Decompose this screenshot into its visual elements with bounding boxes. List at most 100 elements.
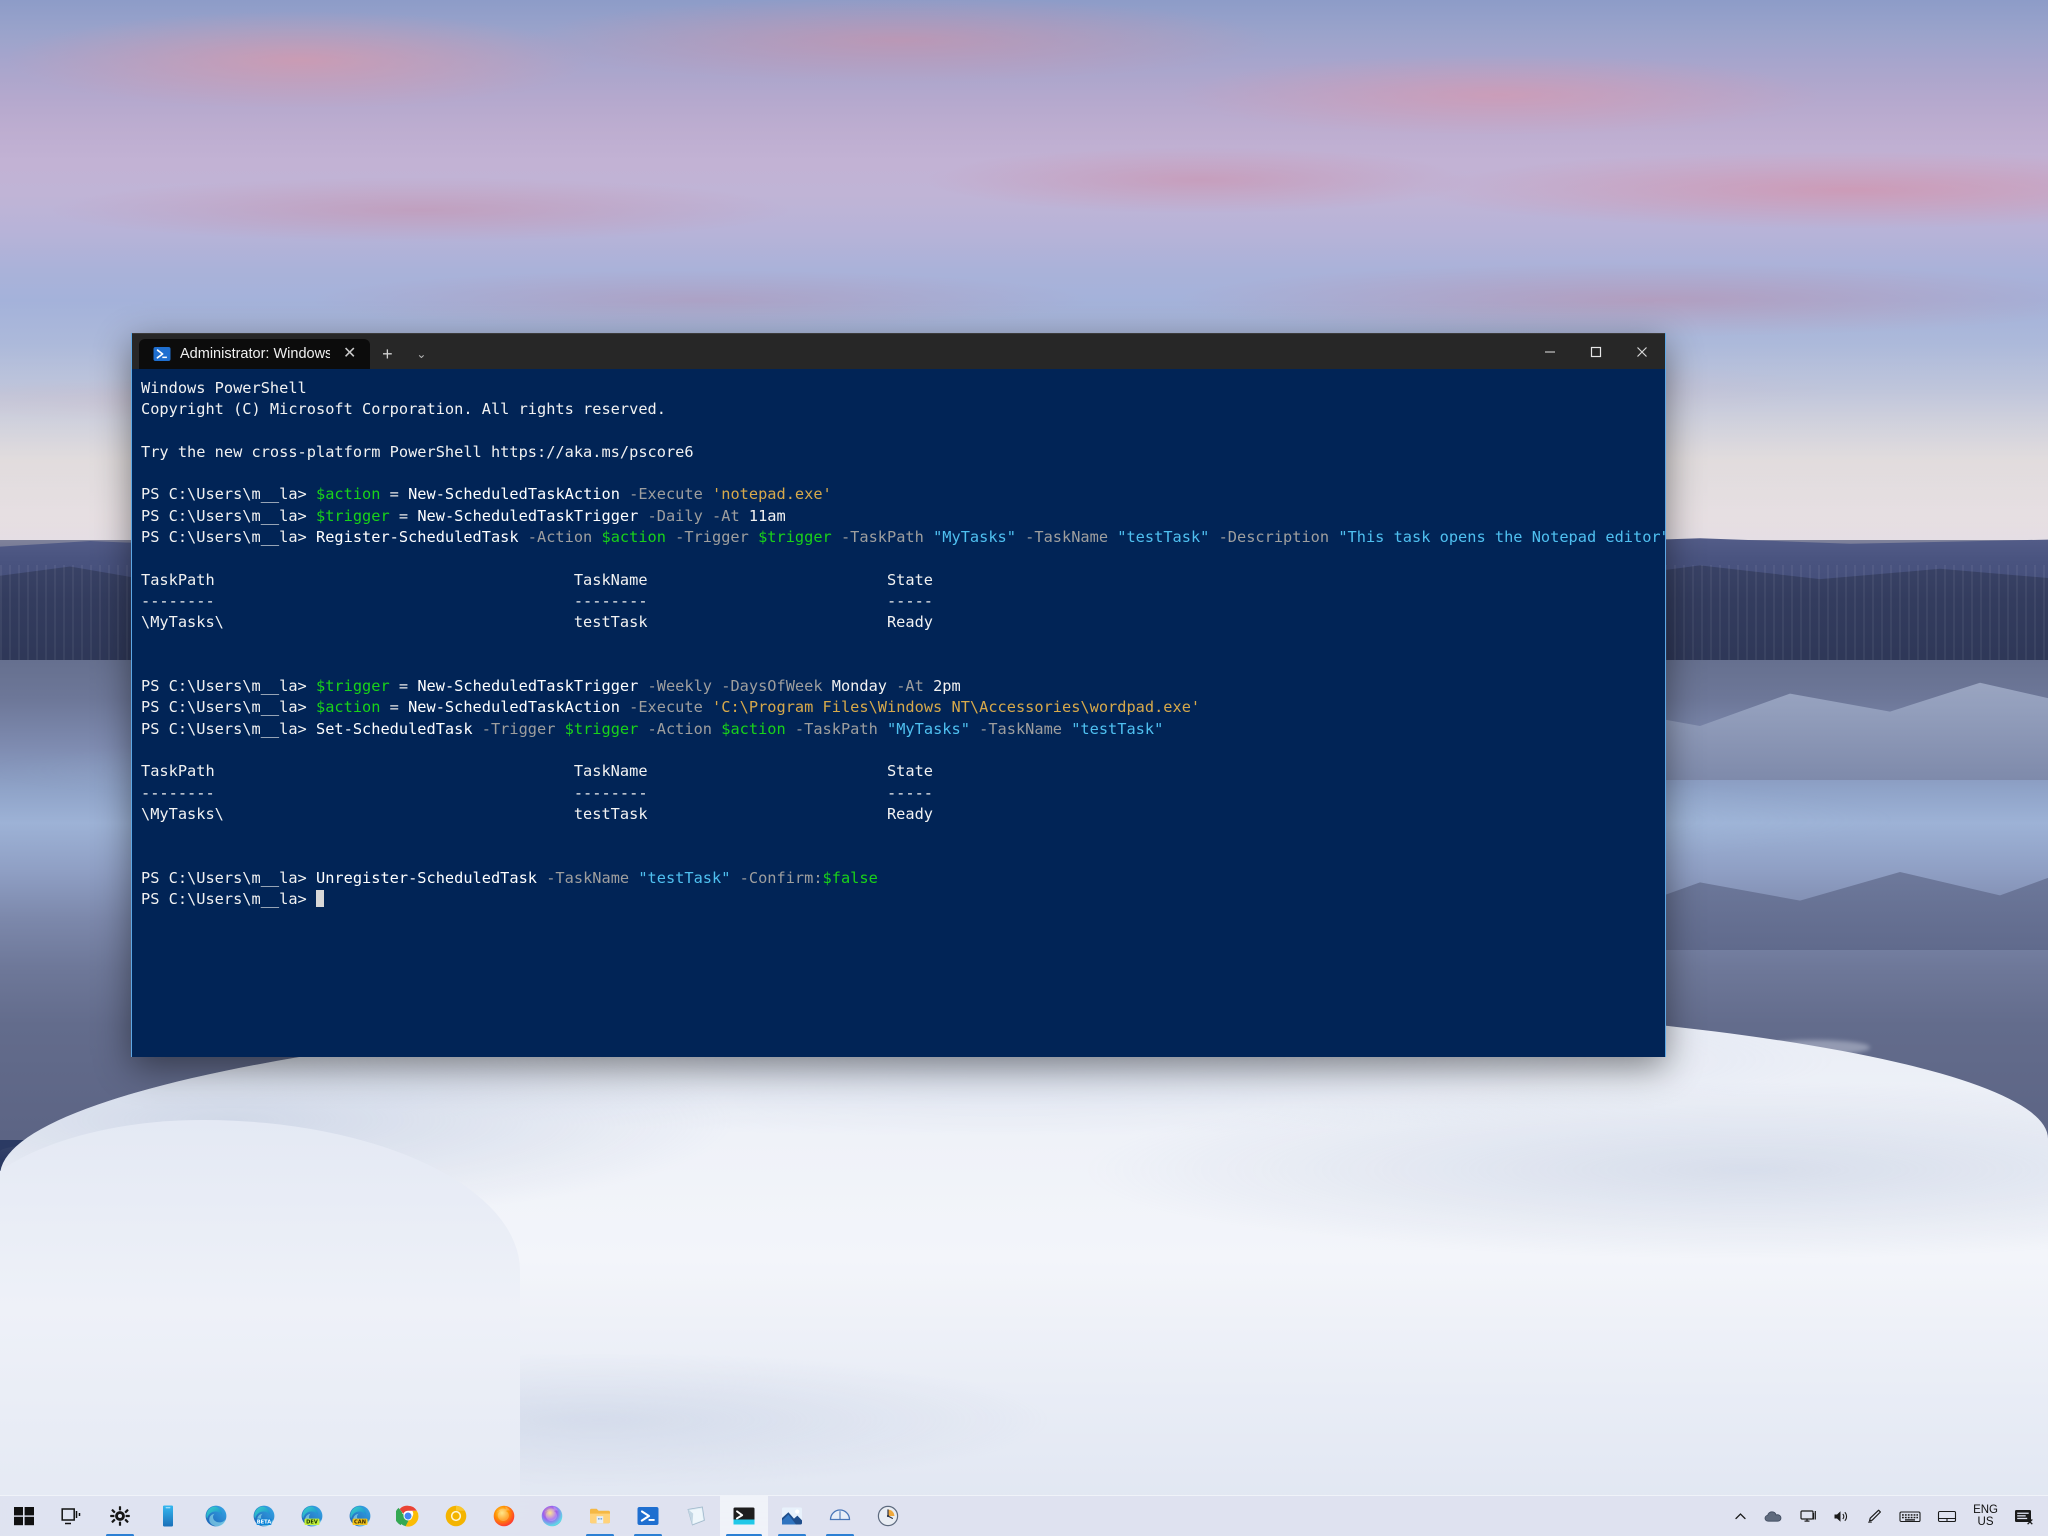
terminal-text: = xyxy=(390,677,418,695)
firefox-icon xyxy=(492,1504,516,1528)
terminal-text: PS C:\Users\m__la> xyxy=(141,869,316,887)
language-indicator[interactable]: ENG US xyxy=(1965,1504,2006,1528)
maximize-button[interactable] xyxy=(1573,334,1619,370)
edge-icon xyxy=(204,1504,228,1528)
terminal-line: PS C:\Users\m__la> Register-ScheduledTas… xyxy=(141,527,1665,548)
terminal-text: 2pm xyxy=(924,677,961,695)
title-bar[interactable]: Administrator: Windows PowerS ✕ + ⌄ xyxy=(132,333,1665,369)
sticky-notes-button[interactable] xyxy=(672,1496,720,1536)
minimize-button[interactable] xyxy=(1527,334,1573,370)
terminal-line: PS C:\Users\m__la> $action = New-Schedul… xyxy=(141,697,1665,718)
terminal-line: Copyright (C) Microsoft Corporation. All… xyxy=(141,399,1665,420)
close-button[interactable] xyxy=(1619,334,1665,370)
terminal-text: -TaskPath xyxy=(786,720,887,738)
terminal-text: -------- -------- ----- xyxy=(141,784,933,802)
terminal-output-area[interactable]: Windows PowerShell Copyright (C) Microsof… xyxy=(132,369,1665,1057)
firefox-button[interactable] xyxy=(480,1496,528,1536)
windows-terminal-window[interactable]: Administrator: Windows PowerS ✕ + ⌄ Wind… xyxy=(131,333,1666,1057)
powershell-button[interactable] xyxy=(624,1496,672,1536)
firefox-nightly-icon xyxy=(540,1504,564,1528)
chrome-canary-icon xyxy=(444,1504,468,1528)
svg-text:DEV: DEV xyxy=(306,1519,318,1525)
edge-dev-button[interactable]: DEV xyxy=(288,1496,336,1536)
terminal-text: -TaskName xyxy=(1016,528,1117,546)
onedrive-tray-icon[interactable] xyxy=(1756,1496,1792,1536)
terminal-text: = xyxy=(380,698,408,716)
edge-beta-icon: BETA xyxy=(252,1504,276,1528)
terminal-text: -Daily xyxy=(638,507,702,525)
touchpad-icon[interactable] xyxy=(1929,1496,1965,1536)
terminal-tab-title: Administrator: Windows PowerS xyxy=(180,346,330,362)
file-explorer-button[interactable] xyxy=(576,1496,624,1536)
terminal-text: $trigger xyxy=(316,507,390,525)
task-view-button[interactable] xyxy=(48,1496,96,1536)
terminal-text: PS C:\Users\m__la> xyxy=(141,507,316,525)
your-phone-button[interactable] xyxy=(144,1496,192,1536)
snip-sketch-button[interactable] xyxy=(816,1496,864,1536)
terminal-text: Unregister-ScheduledTask xyxy=(316,869,537,887)
system-tray[interactable]: ENG US xyxy=(1725,1496,2048,1536)
terminal-text: PS C:\Users\m__la> xyxy=(141,890,316,908)
new-tab-button[interactable]: + xyxy=(370,339,404,369)
svg-text:CAN: CAN xyxy=(354,1519,366,1525)
terminal-text: Set-ScheduledTask xyxy=(316,720,473,738)
windows-terminal-button[interactable] xyxy=(720,1496,768,1536)
task-view-icon xyxy=(60,1504,84,1528)
chrome-canary-button[interactable] xyxy=(432,1496,480,1536)
edge-button[interactable] xyxy=(192,1496,240,1536)
terminal-text: "This task opens the Notepad editor" xyxy=(1338,528,1665,546)
pen-icon[interactable] xyxy=(1858,1496,1891,1536)
terminal-line xyxy=(141,825,1665,846)
terminal-text: "testTask" xyxy=(1117,528,1209,546)
taskbar[interactable]: BETA DEV CAN xyxy=(0,1495,2048,1536)
terminal-line: PS C:\Users\m__la> $action = New-Schedul… xyxy=(141,484,1665,505)
edge-dev-icon: DEV xyxy=(300,1504,324,1528)
settings-button[interactable] xyxy=(96,1496,144,1536)
terminal-text: -Confirm: xyxy=(730,869,822,887)
terminal-text: 11am xyxy=(740,507,786,525)
sticky-notes-icon xyxy=(684,1504,708,1528)
svg-text:BETA: BETA xyxy=(257,1519,271,1525)
terminal-text: $trigger xyxy=(565,720,639,738)
wallpaper-snow-drift-left xyxy=(0,1120,520,1536)
terminal-text: -TaskName xyxy=(537,869,638,887)
terminal-text: $action xyxy=(601,528,665,546)
chrome-button[interactable] xyxy=(384,1496,432,1536)
terminal-text: New-ScheduledTaskTrigger xyxy=(417,507,638,525)
terminal-cursor xyxy=(316,890,324,907)
start-button[interactable] xyxy=(0,1496,48,1536)
terminal-text: -Execute xyxy=(620,485,712,503)
show-hidden-icons-button[interactable] xyxy=(1725,1496,1756,1536)
firefox-nightly-button[interactable] xyxy=(528,1496,576,1536)
terminal-text: -TaskName xyxy=(970,720,1071,738)
terminal-text: Try the new cross-platform PowerShell ht… xyxy=(141,443,694,461)
chrome-icon xyxy=(396,1504,420,1528)
tab-dropdown-button[interactable]: ⌄ xyxy=(404,339,438,369)
terminal-tab[interactable]: Administrator: Windows PowerS ✕ xyxy=(139,339,370,369)
terminal-line: PS C:\Users\m__la> $trigger = New-Schedu… xyxy=(141,676,1665,697)
terminal-text: -Trigger xyxy=(666,528,758,546)
tab-close-icon[interactable]: ✕ xyxy=(339,344,360,364)
terminal-line xyxy=(141,847,1665,868)
terminal-text: Copyright (C) Microsoft Corporation. All… xyxy=(141,400,666,418)
terminal-text: Windows PowerShell xyxy=(141,379,307,397)
terminal-text: PS C:\Users\m__la> xyxy=(141,677,316,695)
terminal-line xyxy=(141,634,1665,655)
terminal-text: $trigger xyxy=(758,528,832,546)
edge-beta-button[interactable]: BETA xyxy=(240,1496,288,1536)
terminal-line xyxy=(141,548,1665,569)
network-tray-icon[interactable] xyxy=(1792,1496,1825,1536)
terminal-line xyxy=(141,740,1665,761)
alarms-clock-button[interactable] xyxy=(864,1496,912,1536)
action-center-button[interactable] xyxy=(2006,1496,2042,1536)
taskbar-app-buttons[interactable]: BETA DEV CAN xyxy=(0,1496,912,1536)
window-controls[interactable] xyxy=(1527,334,1665,370)
terminal-text: New-ScheduledTaskAction xyxy=(408,698,620,716)
edge-canary-button[interactable]: CAN xyxy=(336,1496,384,1536)
terminal-text: Register-ScheduledTask xyxy=(316,528,519,546)
photos-button[interactable] xyxy=(768,1496,816,1536)
terminal-text: PS C:\Users\m__la> xyxy=(141,528,316,546)
keyboard-icon[interactable] xyxy=(1891,1496,1929,1536)
volume-tray-icon[interactable] xyxy=(1825,1496,1858,1536)
photos-icon xyxy=(780,1504,804,1528)
